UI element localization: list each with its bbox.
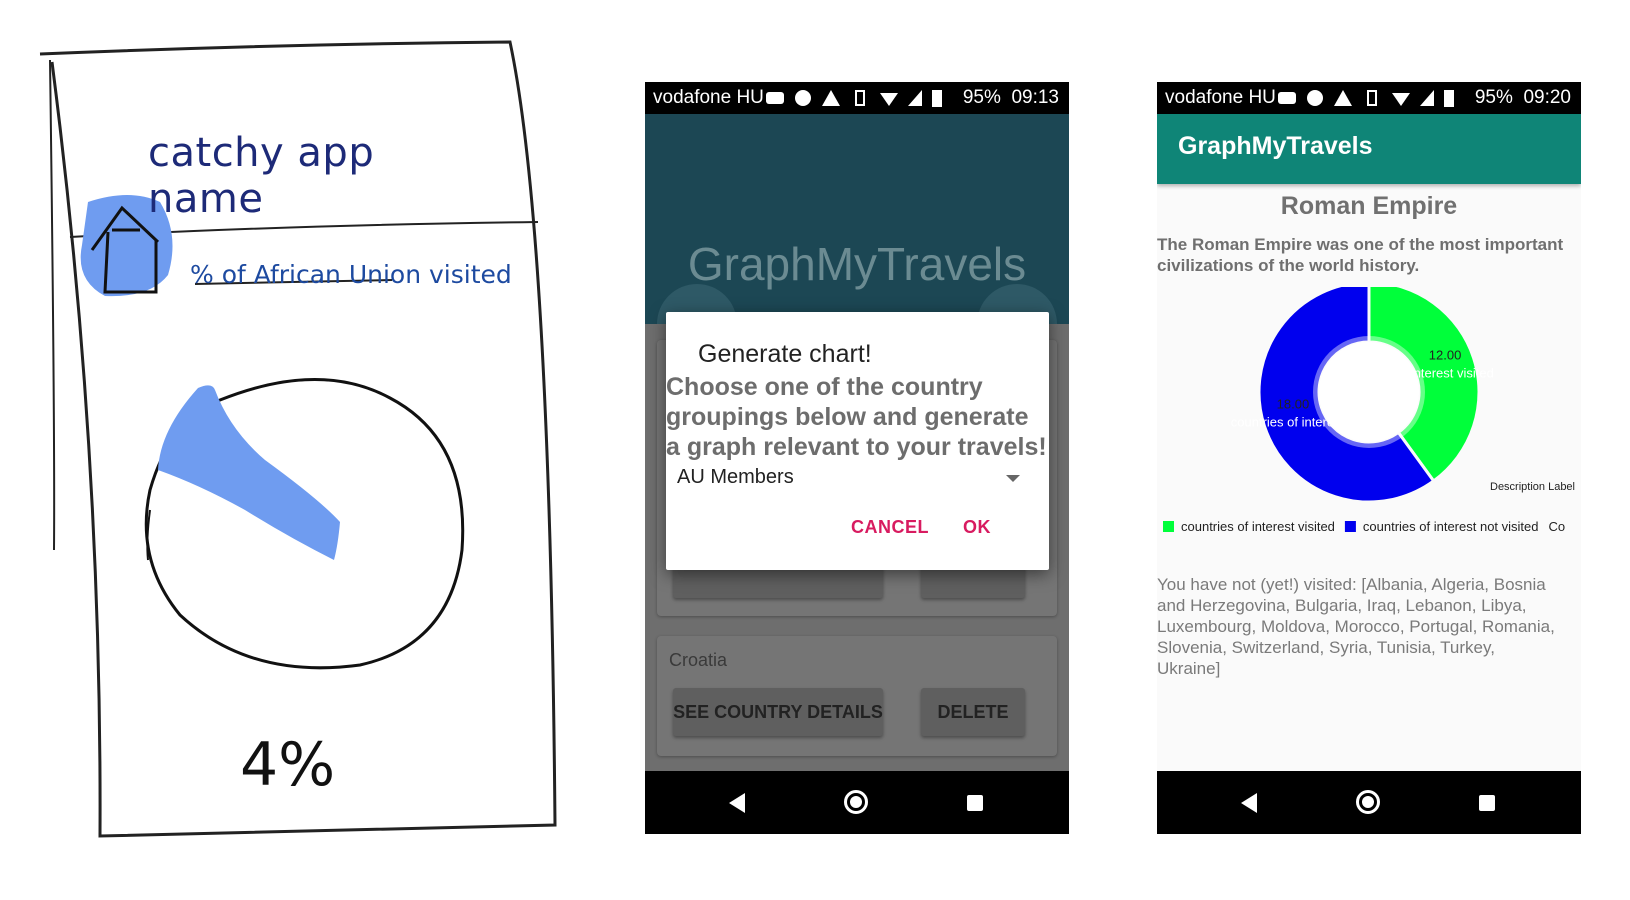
donut-chart: 12.00 of interest visited 18.00 countries o… [1163,287,1575,534]
battery-percent: 95% [962,87,1001,108]
status-icons [765,82,943,114]
sketch-percent: 4% [240,730,336,800]
signal-icon [1420,90,1434,106]
sketch-app-name: catchy app name [148,130,375,222]
legend-label: Co [1549,519,1566,534]
status-icons [1277,82,1455,114]
nav-bar [645,771,1069,834]
dialog-message: Choose one of the country groupings belo… [666,373,1047,461]
grouping-description: The Roman Empire was one of the most imp… [1157,235,1564,275]
generate-chart-dialog: Generate chart! Choose one of the countr… [666,312,1049,570]
slice-value-label: 18.00 [1277,397,1310,412]
legend-label: countries of interest not visited [1363,519,1539,534]
chat-icon [1307,90,1323,106]
legend-label: countries of interest visited [1181,519,1335,534]
battery-icon [932,90,942,107]
dialog-title: Generate chart! [698,340,872,368]
app-bar: GraphMyTravels [1157,114,1581,184]
clock: 09:20 [1523,87,1571,108]
chevron-down-icon[interactable] [1006,475,1020,482]
legend-swatch [1344,521,1356,532]
wifi-icon [880,93,898,106]
status-bar: vodafone HU 95% 09:20 [1157,82,1581,114]
slice-value-label: 12.00 [1429,347,1462,362]
slice-name-label: countries of interest n [1231,415,1355,430]
grouping-select[interactable]: AU Members [677,466,794,489]
message-icon [1278,92,1296,104]
home-icon[interactable] [844,790,868,814]
app-title: GraphMyTravels [1178,132,1373,160]
delete-button[interactable]: DELETE [921,688,1025,736]
legend-swatch [1163,521,1174,532]
recents-icon[interactable] [967,795,983,811]
app-title: GraphMyTravels [687,238,1027,290]
home-icon[interactable] [1356,790,1380,814]
not-visited-list: You have not (yet!) visited: [Albania, A… [1157,575,1555,678]
phone-screen-dialog: vodafone HU 95% 09:13 GraphMyTravels Cro… [645,82,1069,834]
status-right: 95% 09:20 [1475,82,1571,114]
cancel-button[interactable]: CANCEL [851,517,929,538]
see-country-details-button[interactable]: SEE COUNTRY DETAILS [673,688,883,736]
vibrate-icon [855,90,865,106]
back-icon[interactable] [1241,793,1257,813]
signal-icon [908,90,922,106]
phone-screen-chart: vodafone HU 95% 09:20 GraphMyTravels Rom… [1157,82,1581,834]
country-name: Croatia [669,650,728,670]
wifi-icon [1392,93,1410,106]
grouping-heading: Roman Empire [1280,192,1458,220]
ok-button[interactable]: OK [963,517,991,538]
status-right: 95% 09:13 [963,82,1059,114]
nav-bar [1157,771,1581,834]
sketch-panel: catchy app name % of African Union visit… [30,30,590,880]
description-label: Description Label [1490,481,1575,493]
back-icon[interactable] [729,793,745,813]
message-icon [766,92,784,104]
carrier-label: vodafone HU [1165,87,1276,108]
carrier-label: vodafone HU [653,87,764,108]
slice-name-label: of interest visited [1396,365,1494,380]
chat-icon [795,90,811,106]
warning-icon [822,90,840,106]
sketch-subtitle: % of African Union visited [190,260,512,289]
vibrate-icon [1367,90,1377,106]
battery-percent: 95% [1474,87,1513,108]
status-bar: vodafone HU 95% 09:13 [645,82,1069,114]
recents-icon[interactable] [1479,795,1495,811]
clock: 09:13 [1011,87,1059,108]
country-card: Croatia SEE COUNTRY DETAILS DELETE [657,636,1057,756]
sketch-pie-wedge [158,385,340,560]
battery-icon [1444,90,1454,107]
warning-icon [1334,90,1352,106]
